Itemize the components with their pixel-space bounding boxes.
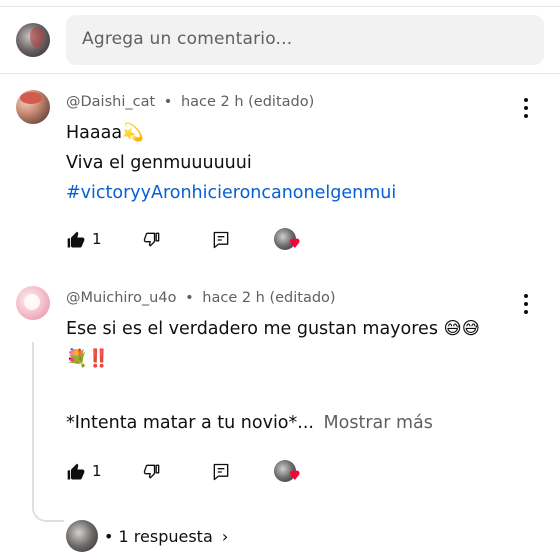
- more-options-button[interactable]: [516, 292, 536, 316]
- thumbs-up-icon: [67, 463, 85, 480]
- more-vert-icon-dot: [524, 114, 528, 118]
- comment-actions: 1 ♥: [66, 460, 326, 484]
- top-divider: [0, 6, 560, 7]
- show-more-link[interactable]: Mostrar más: [324, 413, 433, 433]
- comment-composer: Agrega un comentario...: [0, 14, 560, 66]
- creator-heart-badge: ♥: [274, 228, 304, 252]
- comment-meta: @Daishi_cat • hace 2 h (editado): [66, 94, 314, 110]
- comment-text: Haaaa💫 Viva el genmuuuuuui #victoryyAron…: [66, 118, 396, 208]
- chevron-right-icon: ›: [221, 527, 229, 546]
- comment-time: hace 2 h (editado): [202, 290, 336, 306]
- comment-text: Ese si es el verdadero me gustan mayores…: [66, 314, 480, 438]
- like-button[interactable]: 1: [66, 460, 106, 484]
- comment-line: 💐‼️: [66, 349, 110, 369]
- like-count: 1: [92, 230, 102, 248]
- author-name[interactable]: @Muichiro_u4o: [66, 290, 176, 306]
- comment-line: Haaaa💫: [66, 123, 144, 143]
- reply-author-avatar: [66, 520, 98, 552]
- like-count: 1: [92, 462, 102, 480]
- comment-truncated-text: *Intenta matar a tu novio*...: [66, 413, 314, 433]
- thumbs-up-icon: [67, 231, 85, 248]
- current-user-avatar: [16, 23, 50, 57]
- like-button[interactable]: 1: [66, 228, 106, 252]
- view-replies-button[interactable]: • 1 respuesta ›: [66, 520, 366, 554]
- comment-line: *Intenta matar a tu novio*... Mostrar má…: [66, 408, 480, 438]
- comment-line: Viva el genmuuuuuui: [66, 153, 252, 173]
- comment-input[interactable]: Agrega un comentario...: [66, 15, 544, 65]
- dislike-button[interactable]: [142, 460, 166, 484]
- more-vert-icon-dot: [524, 310, 528, 314]
- comment-line: Ese si es el verdadero me gustan mayores…: [66, 319, 480, 339]
- comment-line-blank: [66, 374, 480, 408]
- author-avatar[interactable]: [16, 286, 50, 320]
- reply-button[interactable]: [211, 460, 235, 484]
- comment-time: hace 2 h (editado): [180, 94, 315, 110]
- replies-separator: •: [104, 527, 114, 546]
- heart-icon: ♥: [289, 469, 301, 484]
- heart-icon: ♥: [289, 237, 301, 252]
- creator-heart-badge: ♥: [274, 460, 304, 484]
- more-options-button[interactable]: [516, 96, 536, 120]
- more-vert-icon: [524, 294, 528, 298]
- reply-icon: [213, 463, 229, 481]
- composer-divider: [0, 73, 560, 74]
- thread-line: [32, 342, 64, 522]
- more-vert-icon-dot: [524, 106, 528, 110]
- reply-icon: [213, 231, 229, 249]
- reply-button[interactable]: [211, 228, 235, 252]
- meta-separator: •: [185, 290, 194, 306]
- hashtag-link[interactable]: #victoryyAronhicieroncanonelgenmui: [66, 178, 396, 208]
- more-vert-icon: [524, 98, 528, 102]
- meta-separator: •: [163, 94, 173, 110]
- replies-label: • 1 respuesta ›: [104, 527, 228, 546]
- author-avatar[interactable]: [16, 90, 50, 124]
- thumbs-down-icon: [143, 464, 160, 479]
- author-name[interactable]: @Daishi_cat: [66, 94, 155, 110]
- comment-actions: 1 ♥: [66, 228, 326, 252]
- dislike-button[interactable]: [142, 228, 166, 252]
- more-vert-icon-dot: [524, 302, 528, 306]
- replies-count: 1 respuesta: [118, 527, 213, 546]
- thumbs-down-icon: [143, 232, 160, 247]
- comment-meta: @Muichiro_u4o • hace 2 h (editado): [66, 290, 336, 306]
